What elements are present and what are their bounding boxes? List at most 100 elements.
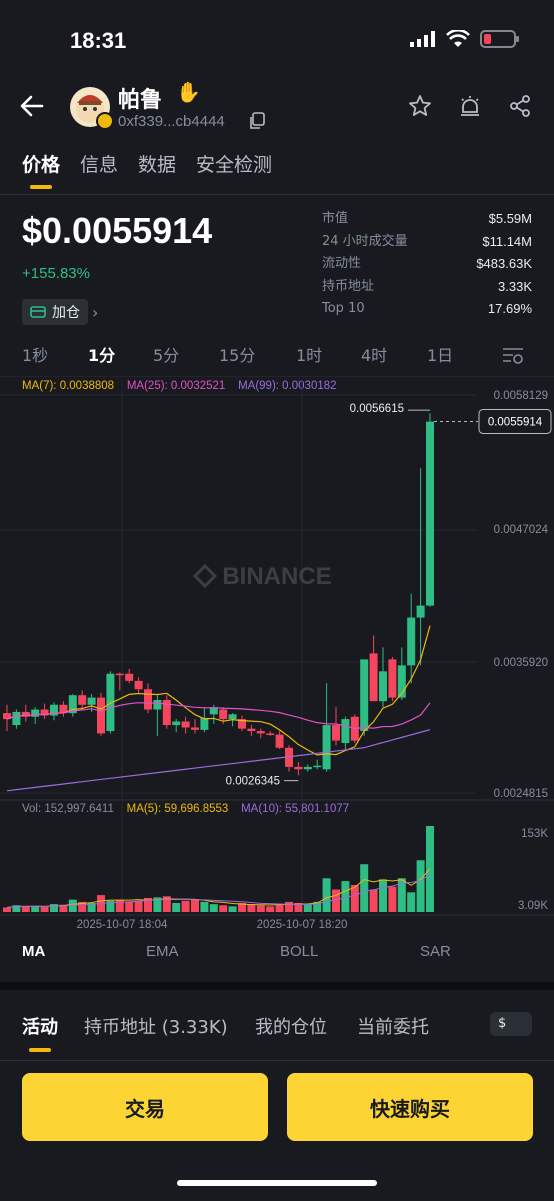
stat-market-cap: 市值 $5.59M [322,211,532,226]
volume-bar [256,905,265,912]
cellular-signal-icon [410,31,435,47]
volume-bar [350,885,359,912]
share-icon[interactable] [508,94,532,118]
volume-bar [125,901,134,912]
candle-body [294,766,303,770]
currency-toggle[interactable]: $ [490,1012,532,1036]
candle-body [191,727,199,730]
tab-data[interactable]: 数据 [138,150,176,177]
stat-24h-volume: 24 小时成交量 $11.14M [322,233,532,249]
candle-body [134,680,143,690]
candle-body [416,605,425,618]
current-price-label: 0.0055914 [488,416,543,428]
volume-bar [228,906,237,912]
volume-bar [360,864,369,912]
candle-body [407,617,416,666]
volume-bar [181,900,190,912]
battery-icon [480,30,519,48]
candle-body [256,731,265,734]
price-alert-icon[interactable] [458,94,482,118]
copy-icon[interactable] [248,112,266,130]
interval-tabs: 1秒 1分 5分 15分 1时 4时 1日 [0,342,554,370]
chevron-right-icon[interactable]: › [92,303,98,322]
y-axis-label: 0.0035920 [494,657,548,669]
chain-badge-icon [96,112,114,130]
stat-top10: Top 10 17.69% [322,301,532,317]
ma99-line [6,729,431,792]
trade-button[interactable]: 交易 [22,1073,268,1141]
candle-body [360,659,369,732]
stat-holders: 持币地址 3.33K [322,278,532,294]
volume-value: Vol: 152,997.6411 [22,803,114,815]
candle-body [369,653,378,702]
tab-holders[interactable]: 持币地址 (3.33K) [84,1013,228,1039]
candle-body [153,699,162,710]
low-marker-label: 0.0026345 [226,776,280,788]
divider [0,194,554,195]
volume-bar [134,900,143,912]
tab-security[interactable]: 安全检测 [196,150,272,177]
volume-bar [379,879,387,912]
interval-5m[interactable]: 5分 [153,342,179,366]
candle-body [181,721,190,728]
main-tabs: 价格 信息 数据 安全检测 [22,150,272,177]
star-icon[interactable] [408,94,432,118]
interval-15m[interactable]: 15分 [219,342,255,366]
add-position-label: 加仓 [52,305,80,321]
volume-bar [416,860,425,912]
token-stats: 市值 $5.59M 24 小时成交量 $11.14M 流动性 $483.63K 持币地… [322,208,532,321]
tab-activity[interactable]: 活动 [22,1013,58,1039]
header-actions [408,94,532,118]
quick-buy-button[interactable]: 快速购买 [287,1073,533,1141]
interval-1h[interactable]: 1时 [296,342,322,366]
candle-body [332,725,340,741]
stat-liquidity: 流动性 $483.63K [322,256,532,272]
wallet-icon [30,306,46,318]
wifi-icon [446,30,470,47]
candle-body [172,721,181,726]
candle-body [31,709,40,717]
candle-body [426,421,434,606]
candle-body [12,711,21,726]
interval-1s[interactable]: 1秒 [22,342,48,366]
volume-bar [68,899,77,912]
indicator-ema[interactable]: EMA [146,943,179,960]
interval-1d[interactable]: 1日 [427,342,453,366]
price-chart[interactable]: BINANCE 0.0058129 0.0047024 0.0035920 0.0024… [0,376,554,932]
volume-bar [191,899,199,912]
binance-watermark: BINANCE [222,563,331,590]
candle-body [266,733,275,735]
volume-legend: Vol: 152,997.6411 MA(5): 59,696.8553 MA(… [22,803,349,815]
interval-1m[interactable]: 1分 [88,342,115,366]
volume-bar [275,904,284,912]
candle-body [341,719,350,744]
y-axis-label: 0.0058129 [494,390,548,402]
tab-my-positions[interactable]: 我的仓位 [255,1013,327,1039]
interval-4h[interactable]: 4时 [361,342,387,366]
candle-body [247,728,256,732]
volume-bar [219,905,228,912]
indicator-sar[interactable]: SAR [420,943,451,960]
volume-bar [21,906,30,912]
indicator-ma[interactable]: MA [22,943,45,960]
vol-ma5-value: MA(5): 59,696.8553 [126,803,229,815]
x-axis-label: 2025-10-07 18:20 [257,919,348,931]
chart-settings-icon[interactable] [502,346,524,364]
vol-ma10-value: MA(10): 55,801.1077 [241,803,350,815]
binance-logo-icon [192,563,218,589]
candle-body [144,689,152,710]
active-tab-indicator [30,185,52,189]
volume-bar [40,906,49,912]
volume-bar [407,892,416,912]
indicator-boll[interactable]: BOLL [280,943,318,960]
add-position-button[interactable]: 加仓 [22,299,88,325]
volume-bar [209,904,218,912]
candle-body [125,673,134,681]
tab-info[interactable]: 信息 [80,150,118,177]
token-name: 帕鲁 [118,88,163,113]
volume-bar [247,904,256,912]
tab-open-orders[interactable]: 当前委托 [357,1013,443,1039]
candle-body [275,734,284,748]
tab-price[interactable]: 价格 [22,150,60,177]
back-arrow-icon[interactable] [18,92,46,120]
